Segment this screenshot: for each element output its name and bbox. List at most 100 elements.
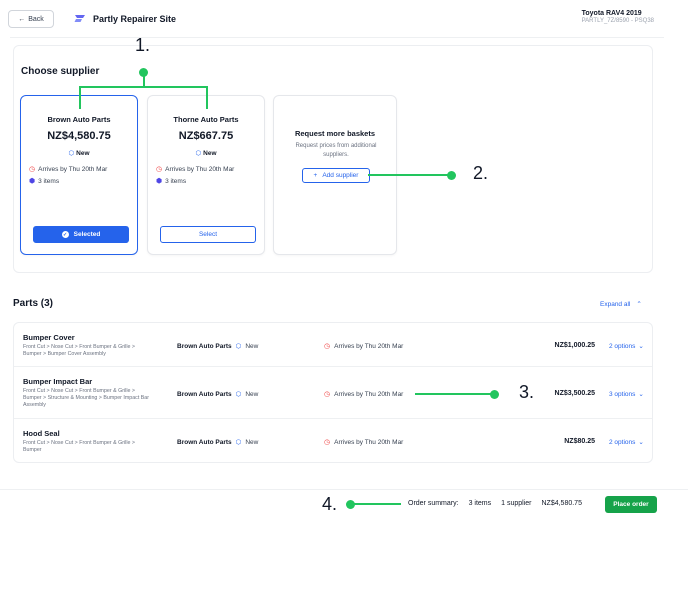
- tag-icon: ⬡: [235, 391, 242, 398]
- add-supplier-label: Add supplier: [322, 172, 359, 179]
- back-button[interactable]: ← Back: [8, 10, 54, 28]
- chevron-down-icon: ⌄: [638, 391, 644, 398]
- supplier-price: NZ$4,580.75: [47, 130, 111, 142]
- summary-suppliers: 1 supplier: [501, 500, 532, 507]
- arrow-left-icon: ←: [18, 15, 26, 23]
- clock-icon: ◷: [29, 166, 36, 173]
- part-row: Bumper Impact Bar Front Cut > Nose Cut >…: [14, 367, 652, 419]
- annotation-3: 3.: [519, 382, 535, 402]
- annotation-1-left-leg: [79, 86, 81, 109]
- part-supplier: Brown Auto Parts ⬡ New: [177, 342, 259, 351]
- part-row: Bumper Cover Front Cut > Nose Cut > Fron…: [14, 323, 652, 367]
- part-options-label: 2 options: [609, 438, 636, 446]
- annotation-2-dot: [447, 171, 456, 180]
- items-row: ⬢ 3 items: [29, 177, 60, 186]
- chevron-down-icon: ⌄: [638, 343, 644, 350]
- part-options-dropdown[interactable]: 2 options ⌄: [609, 342, 644, 351]
- part-arrival: ◷ Arrives by Thu 20th Mar: [324, 438, 403, 447]
- expand-all-label: Expand all: [600, 300, 631, 308]
- supplier-card-brown[interactable]: Brown Auto Parts NZ$4,580.75 ⬡ New ◷ Arri…: [20, 95, 138, 255]
- selected-button[interactable]: ✓ Selected: [33, 226, 129, 243]
- tag-icon: ⬡: [235, 439, 242, 446]
- annotation-1-right-leg: [206, 86, 208, 109]
- part-price: NZ$3,500.25: [554, 390, 595, 397]
- annotation-3-line: [415, 393, 493, 395]
- vehicle-info: Toyota RAV4 2019 PARTLY_7Z/8590 - PSQ38: [582, 10, 654, 24]
- part-condition: New: [245, 342, 259, 350]
- annotation-1-bar: [79, 86, 208, 88]
- items-row: ⬢ 3 items: [156, 177, 187, 186]
- part-price: NZ$1,000.25: [554, 342, 595, 349]
- order-summary: Order summary: 3 items 1 supplier NZ$4,5…: [408, 500, 582, 507]
- parts-list: Bumper Cover Front Cut > Nose Cut > Fron…: [13, 322, 653, 463]
- supplier-price: NZ$667.75: [178, 130, 234, 142]
- clock-icon: ◷: [324, 343, 331, 350]
- part-price: NZ$80.25: [564, 438, 595, 445]
- supplier-name: Brown Auto Parts: [47, 115, 111, 124]
- select-button[interactable]: Select: [160, 226, 256, 243]
- choose-supplier-title: Choose supplier: [21, 66, 100, 77]
- request-description: Request prices from additional suppliers…: [295, 143, 377, 158]
- part-condition: New: [245, 390, 259, 398]
- footer-divider: [0, 489, 688, 490]
- part-path: Front Cut > Nose Cut > Front Bumper & Gr…: [23, 440, 136, 453]
- items-count: 3 items: [165, 177, 187, 185]
- items-count: 3 items: [38, 177, 60, 185]
- chevron-down-icon: ⌄: [638, 439, 644, 446]
- annotation-2-line: [368, 174, 450, 176]
- vehicle-code: PARTLY_7Z/8590 - PSQ38: [581, 18, 654, 24]
- add-supplier-button[interactable]: + Add supplier: [302, 168, 370, 183]
- request-title: Request more baskets: [294, 129, 376, 138]
- annotation-4: 4.: [322, 494, 338, 514]
- chevron-up-down-icon: ⌃: [636, 301, 642, 308]
- summary-total: NZ$4,580.75: [541, 500, 582, 507]
- vehicle-name: Toyota RAV4 2019: [581, 10, 642, 17]
- condition-label: New: [76, 150, 90, 157]
- expand-all-button[interactable]: Expand all ⌃: [600, 300, 642, 309]
- site-name: Partly Repairer Site: [93, 14, 177, 24]
- part-name: Bumper Cover: [23, 333, 75, 342]
- part-path: Front Cut > Nose Cut > Front Bumper & Gr…: [23, 344, 136, 357]
- tag-icon: ⬡: [195, 150, 202, 157]
- arrival-row: ◷ Arrives by Thu 20th Mar: [156, 165, 235, 174]
- place-order-button[interactable]: Place order: [605, 496, 657, 513]
- check-icon: ✓: [61, 231, 69, 238]
- part-arrival-text: Arrives by Thu 20th Mar: [334, 390, 404, 398]
- summary-items: 3 items: [468, 500, 492, 507]
- part-options-dropdown[interactable]: 3 options ⌄: [609, 390, 644, 399]
- arrival-text: Arrives by Thu 20th Mar: [165, 165, 235, 173]
- arrival-text: Arrives by Thu 20th Mar: [38, 165, 108, 173]
- summary-label: Order summary:: [408, 500, 459, 507]
- part-arrival-text: Arrives by Thu 20th Mar: [334, 342, 404, 350]
- condition-label: New: [203, 150, 217, 157]
- annotation-1: 1.: [135, 35, 151, 55]
- part-condition: New: [245, 438, 259, 446]
- clock-icon: ◷: [324, 439, 331, 446]
- part-name: Hood Seal: [23, 429, 60, 438]
- arrival-row: ◷ Arrives by Thu 20th Mar: [29, 165, 108, 174]
- part-supplier-name: Brown Auto Parts: [177, 342, 232, 350]
- part-arrival: ◷ Arrives by Thu 20th Mar: [324, 390, 404, 399]
- box-icon: ⬢: [156, 178, 163, 185]
- part-path: Front Cut > Nose Cut > Front Bumper & Gr…: [23, 388, 150, 408]
- supplier-name: Thorne Auto Parts: [173, 115, 239, 124]
- tag-icon: ⬡: [68, 150, 75, 157]
- tag-icon: ⬡: [235, 343, 242, 350]
- part-supplier-name: Brown Auto Parts: [177, 438, 232, 446]
- supplier-card-thorne[interactable]: Thorne Auto Parts NZ$667.75 ⬡ New ◷ Arriv…: [147, 95, 265, 255]
- header-divider: [10, 37, 664, 38]
- top-header: ← Back Partly Repairer Site Toyota RAV4 …: [0, 0, 688, 38]
- part-row: Hood Seal Front Cut > Nose Cut > Front B…: [14, 419, 652, 464]
- part-name: Bumper Impact Bar: [23, 377, 93, 386]
- selected-label: Selected: [73, 231, 101, 238]
- part-options-label: 2 options: [609, 342, 636, 350]
- condition-badge: ⬡ New: [21, 149, 137, 157]
- plus-icon: +: [313, 172, 318, 179]
- part-options-dropdown[interactable]: 2 options ⌄: [609, 438, 644, 447]
- parts-title: Parts (3): [13, 298, 54, 309]
- annotation-3-dot: [490, 390, 499, 399]
- part-supplier: Brown Auto Parts ⬡ New: [177, 390, 259, 399]
- clock-icon: ◷: [156, 166, 163, 173]
- annotation-2: 2.: [473, 163, 489, 183]
- condition-badge: ⬡ New: [148, 149, 264, 157]
